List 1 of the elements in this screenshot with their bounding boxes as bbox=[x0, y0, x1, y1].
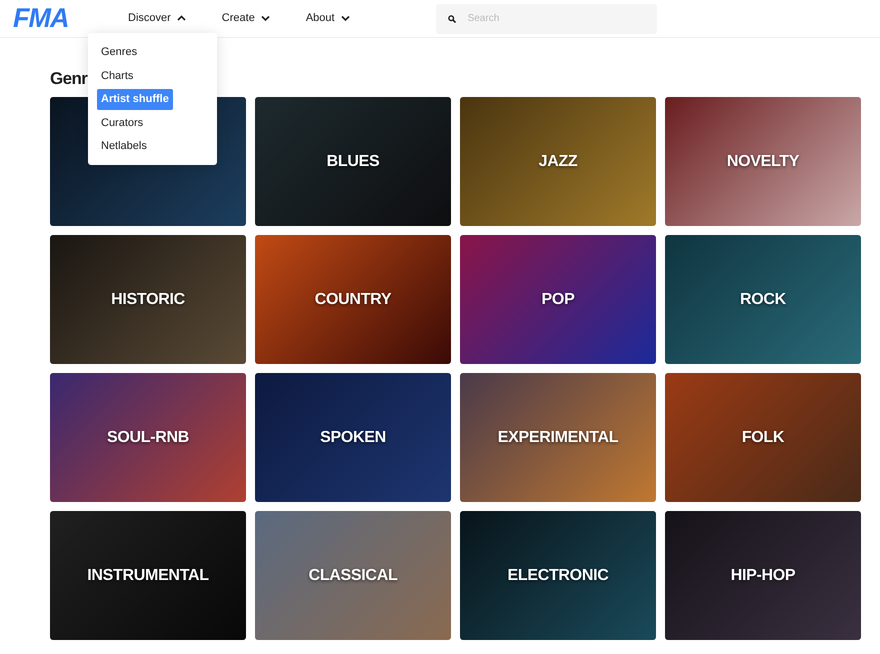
page-heading: Genr bbox=[50, 68, 86, 89]
